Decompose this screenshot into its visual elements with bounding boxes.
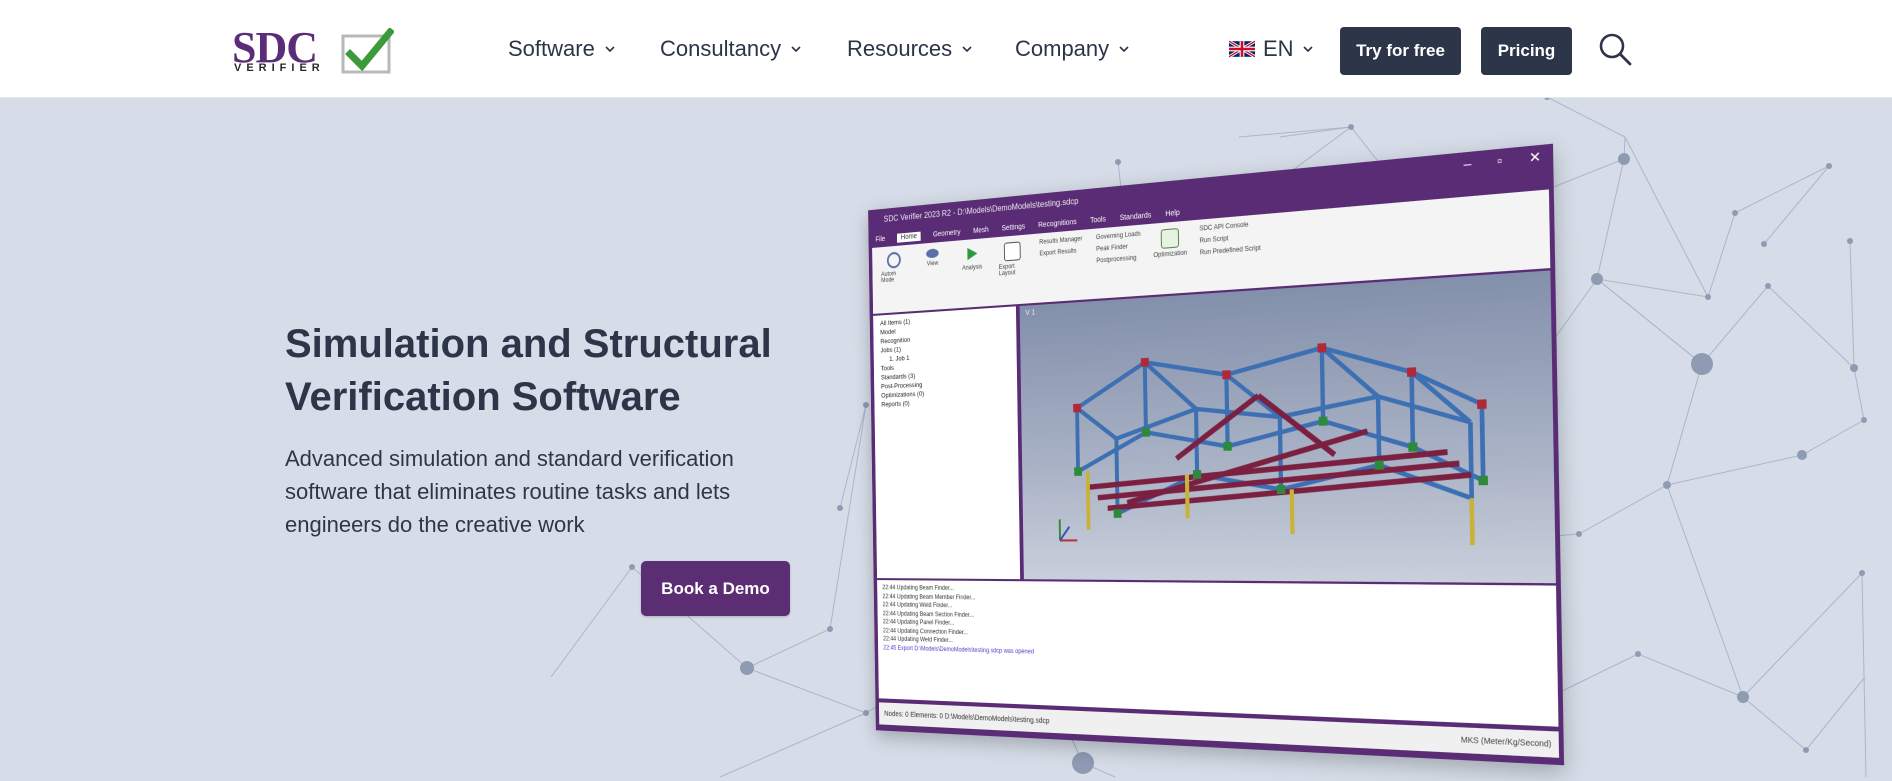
ribbon-automation-list: SDC API Console Run Script Run Predefine…: [1199, 221, 1261, 285]
chevron-down-icon: [604, 43, 616, 55]
uk-flag-icon: [1229, 40, 1255, 58]
document-icon: [1004, 241, 1021, 261]
app-window: SDC Verifier 2023 R2 - D:\Models\DemoMod…: [868, 144, 1564, 766]
nav-resources-label: Resources: [847, 36, 952, 62]
app-menu-standards: Standards: [1120, 211, 1152, 221]
app-menu-file: File: [875, 235, 885, 243]
ribbon-export-layout: Export Layout: [998, 241, 1027, 299]
search-icon[interactable]: [1598, 32, 1632, 66]
chevron-down-icon: [790, 43, 802, 55]
ribbon-list-item: SDC API Console: [1199, 221, 1260, 233]
play-icon: [965, 245, 980, 263]
structure-model-graphic: [1020, 270, 1556, 583]
book-a-demo-button[interactable]: Book a Demo: [641, 561, 790, 616]
app-menu-recognitions: Recognitions: [1038, 218, 1077, 229]
ribbon-postprocessing-list: Governing Loads Peak Finder Postprocessi…: [1096, 231, 1142, 292]
hero-title: Simulation and Structural Verification S…: [285, 318, 845, 424]
ribbon-optimization: Optimization: [1155, 227, 1186, 288]
language-label: EN: [1263, 36, 1294, 62]
ribbon-view: View: [919, 248, 946, 305]
chevron-down-icon: [1302, 43, 1314, 55]
chevron-down-icon: [1118, 43, 1130, 55]
logo-tagline: VERIFIER: [234, 62, 325, 74]
app-menu-help: Help: [1165, 209, 1180, 218]
eye-icon: [926, 248, 939, 258]
ribbon-list-item: Run Predefined Script: [1200, 245, 1261, 256]
hero-title-line-1: Simulation and Structural: [285, 318, 845, 371]
ribbon-autom-mode: Autom Mode: [881, 251, 908, 307]
output-log: 22:44 Updating Beam Finder... 22:44 Upda…: [877, 580, 1558, 727]
ribbon-result-list: Results Manager Export Results: [1039, 236, 1083, 296]
language-selector[interactable]: EN: [1229, 34, 1314, 64]
product-screenshot: SDC Verifier 2023 R2 - D:\Models\DemoMod…: [860, 190, 1560, 770]
maximize-icon: ▫: [1497, 152, 1502, 169]
optimization-icon: [1161, 228, 1179, 249]
chevron-down-icon: [961, 43, 973, 55]
ribbon-list-item: Governing Loads: [1096, 231, 1141, 241]
3d-viewport: V 1: [1020, 270, 1556, 583]
ribbon-analysis: Analysis: [958, 244, 986, 302]
try-for-free-button[interactable]: Try for free: [1340, 27, 1461, 75]
app-menu-mesh: Mesh: [973, 226, 989, 235]
ribbon-button-label: View: [927, 261, 939, 268]
nav-software-label: Software: [508, 36, 595, 62]
ribbon-button-label: Export Layout: [999, 263, 1027, 278]
app-menu-home: Home: [897, 231, 920, 242]
window-controls: – ▫ ✕: [1463, 148, 1541, 172]
ribbon-button-label: Autom Mode: [881, 270, 907, 284]
status-units: MKS (Meter/Kg/Second): [1461, 736, 1552, 748]
ribbon-list-item: Export Results: [1039, 248, 1082, 258]
ribbon-list-item: Postprocessing: [1096, 255, 1141, 265]
checkmark-icon: [340, 28, 394, 74]
ribbon-list-item: Run Script: [1199, 233, 1260, 245]
ribbon-list-item: Results Manager: [1039, 236, 1082, 246]
nav-resources[interactable]: Resources: [847, 34, 973, 64]
nav-company[interactable]: Company: [1015, 34, 1130, 64]
refresh-icon: [887, 252, 901, 269]
ribbon-button-label: Analysis: [962, 264, 982, 272]
ribbon-list-item: Peak Finder: [1096, 243, 1141, 253]
hero-subtitle: Advanced simulation and standard verific…: [285, 442, 785, 541]
close-icon: ✕: [1529, 148, 1541, 166]
hero-title-line-2: Verification Software: [285, 371, 845, 424]
sdc-verifier-logo[interactable]: SDC VERIFIER: [232, 26, 396, 78]
nav-consultancy[interactable]: Consultancy: [660, 34, 802, 64]
app-menu-settings: Settings: [1002, 223, 1026, 232]
app-menu-geometry: Geometry: [933, 229, 961, 239]
app-menu-tools: Tools: [1090, 215, 1106, 224]
nav-consultancy-label: Consultancy: [660, 36, 781, 62]
nav-company-label: Company: [1015, 36, 1109, 62]
minimize-icon: –: [1463, 155, 1471, 172]
model-tree: All Items (1) Model Recognition Jobs (1)…: [873, 306, 1020, 579]
site-header: SDC VERIFIER Software Consultancy Resour…: [0, 0, 1892, 98]
pricing-button[interactable]: Pricing: [1481, 27, 1572, 75]
nav-software[interactable]: Software: [508, 34, 616, 64]
status-left: Nodes: 0 Elements: 0 D:\Models\DemoModel…: [884, 710, 1049, 725]
ribbon-button-label: Optimization: [1153, 250, 1187, 259]
